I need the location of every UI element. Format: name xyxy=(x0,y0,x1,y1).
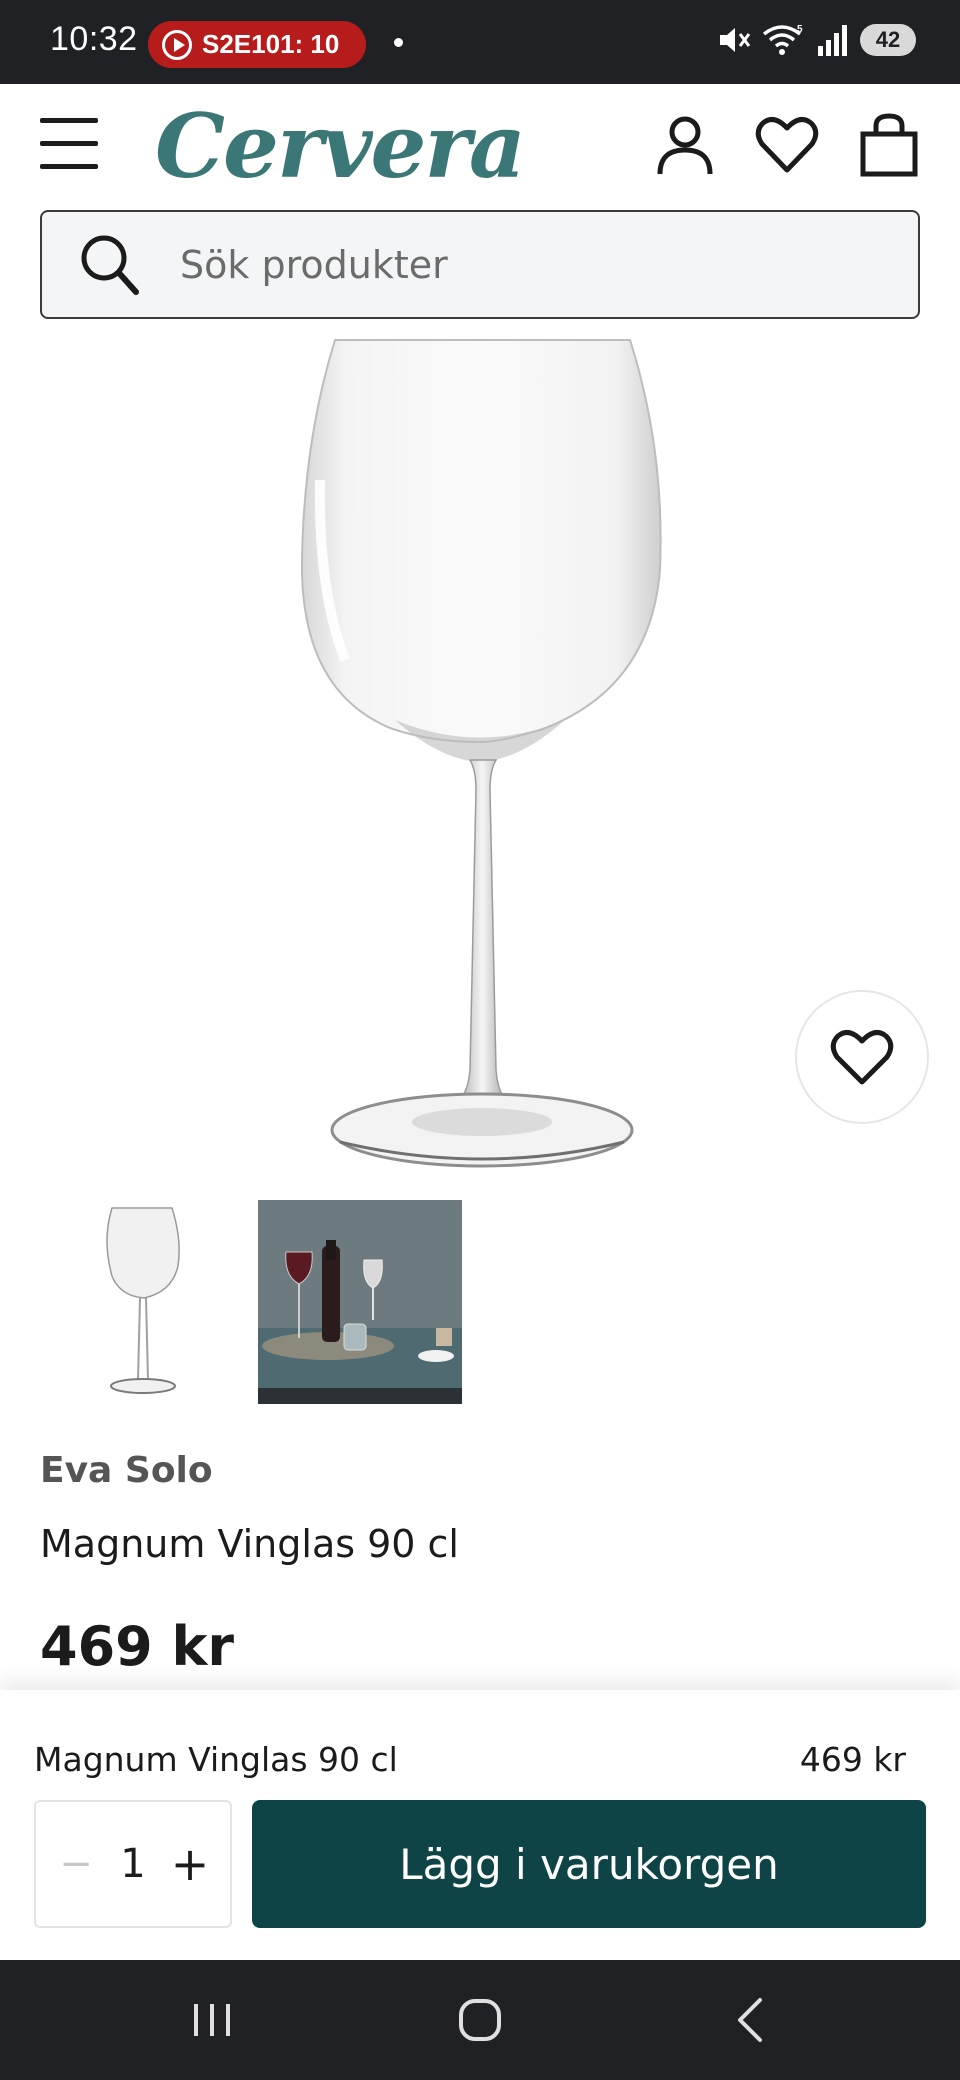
notification-dot xyxy=(394,38,403,47)
heart-icon xyxy=(830,1029,894,1085)
mute-icon xyxy=(720,28,751,52)
add-to-cart-button[interactable]: Lägg i varukorgen xyxy=(252,1800,926,1928)
buy-bar-price: 469 kr xyxy=(799,1740,906,1779)
product-title: Magnum Vinglas 90 cl xyxy=(40,1522,459,1566)
search-input[interactable] xyxy=(180,242,880,287)
quantity-value[interactable]: 1 xyxy=(120,1841,145,1887)
status-time: 10:32 xyxy=(50,20,138,58)
record-icon xyxy=(162,29,192,60)
recent-apps-icon[interactable] xyxy=(182,1990,242,2050)
system-navigation-bar xyxy=(0,1960,960,2080)
increase-quantity-button[interactable]: + xyxy=(170,1837,210,1891)
buy-bar-product-name: Magnum Vinglas 90 cl xyxy=(34,1740,398,1779)
decrease-quantity-button[interactable]: − xyxy=(56,1841,96,1887)
product-brand[interactable]: Eva Solo xyxy=(40,1450,213,1491)
screen-recording-pill[interactable]: S2E101: 10 xyxy=(148,21,366,68)
status-bar: 10:32 S2E101: 10 5 42 xyxy=(0,0,960,84)
recording-label: S2E101: 10 xyxy=(202,29,340,59)
search-bar[interactable] xyxy=(40,210,920,319)
back-icon[interactable] xyxy=(722,1990,782,2050)
sticky-buy-bar: Magnum Vinglas 90 cl 469 kr − 1 + Lägg i… xyxy=(0,1690,960,1960)
wishlist-icon[interactable] xyxy=(754,112,820,178)
product-price: 469 kr xyxy=(40,1615,235,1678)
add-to-wishlist-button[interactable] xyxy=(795,990,929,1124)
thumbnail-wine-glass[interactable] xyxy=(40,1200,244,1404)
menu-icon[interactable] xyxy=(40,118,98,170)
thumbnail-lifestyle-table[interactable] xyxy=(258,1200,462,1404)
search-icon xyxy=(81,235,139,295)
battery-indicator: 42 xyxy=(860,24,916,56)
svg-text:5: 5 xyxy=(797,24,803,35)
signal-icon xyxy=(818,25,847,56)
site-header: Cervera xyxy=(0,84,960,208)
status-icons: 5 42 xyxy=(716,22,916,58)
shopping-bag-icon[interactable] xyxy=(856,112,922,178)
account-icon[interactable] xyxy=(652,112,718,178)
wifi-icon: 5 xyxy=(762,24,803,55)
cervera-logo[interactable]: Cervera xyxy=(155,94,526,198)
home-icon[interactable] xyxy=(450,1990,510,2050)
quantity-stepper: − 1 + xyxy=(34,1800,232,1928)
